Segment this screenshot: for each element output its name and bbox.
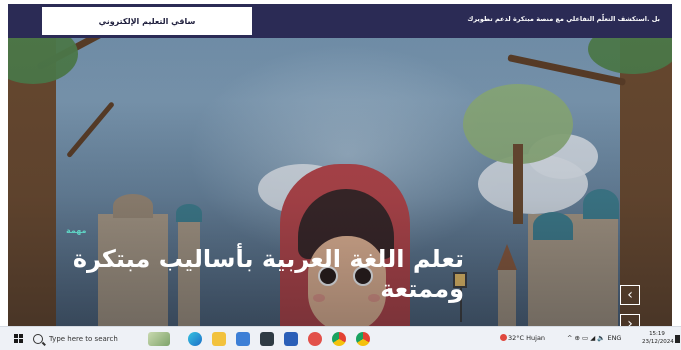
store-icon[interactable]: [236, 332, 250, 346]
site-header: ساقي التعليم الإلكتروني بل .استكشف التعل…: [8, 4, 672, 38]
notification-icon[interactable]: [675, 335, 680, 343]
announcement-ticker: بل .استكشف التعلّم التفاعلي مع منصة مبتك…: [467, 15, 660, 23]
taskbar-search-box[interactable]: Type here to search: [33, 330, 138, 347]
weather-icon: [500, 334, 507, 341]
widget-icon[interactable]: [148, 332, 170, 346]
logo-text: ساقي التعليم الإلكتروني: [98, 16, 196, 26]
webpage-viewport: ساقي التعليم الإلكتروني بل .استكشف التعل…: [8, 4, 672, 326]
edge-browser-icon[interactable]: [188, 332, 202, 346]
clock-date: 23/12/2024: [642, 339, 674, 345]
app-icon[interactable]: [260, 332, 274, 346]
clock-time: 15:19: [649, 331, 665, 337]
taskbar-clock[interactable]: 15:19 23/12/2024: [642, 330, 674, 346]
search-placeholder: Type here to search: [49, 334, 118, 343]
search-icon: [33, 333, 43, 344]
site-logo[interactable]: ساقي التعليم الإلكتروني: [42, 7, 252, 35]
chrome-icon[interactable]: [332, 332, 346, 346]
word-icon[interactable]: [284, 332, 298, 346]
app-icon[interactable]: [308, 332, 322, 346]
hero-tag[interactable]: مهمة: [66, 226, 86, 235]
chrome-icon[interactable]: [356, 332, 370, 346]
weather-text[interactable]: 32°C Hujan: [508, 334, 545, 342]
slider-next-button[interactable]: ›: [620, 314, 640, 326]
system-tray-icons[interactable]: ^ ⊕ ▭ ◢ 🔈 ENG: [567, 334, 621, 342]
slider-prev-button[interactable]: ‹: [620, 285, 640, 305]
hero-headline: تعلم اللغة العربية بأساليب مبتكرة وممتعة: [72, 245, 464, 303]
windows-taskbar: Type here to search 32°C Hujan ^ ⊕ ▭ ◢ 🔈…: [0, 326, 681, 350]
file-explorer-icon[interactable]: [212, 332, 226, 346]
windows-start-icon[interactable]: [14, 334, 24, 344]
